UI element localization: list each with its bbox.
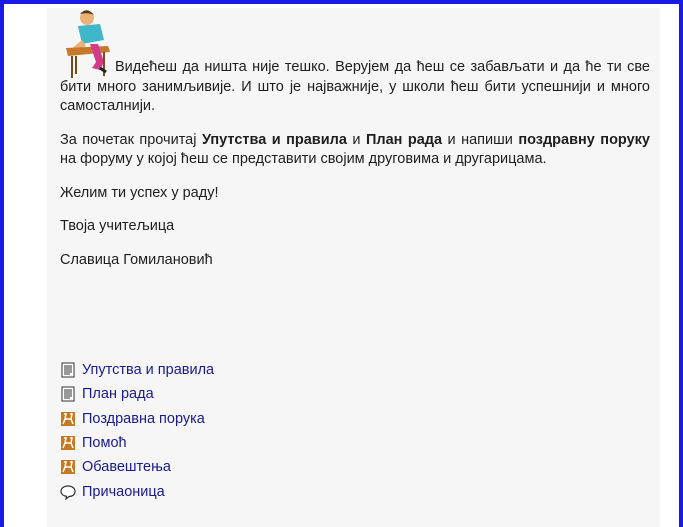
link-chat[interactable]: Причаоница <box>60 479 460 503</box>
intro-paragraph: Видећеш да ништа није тешко. Верујем да … <box>60 8 650 117</box>
instr-text-4: на форуму у којој ћеш се представити сво… <box>60 151 547 167</box>
instr-bold-plan: План рада <box>365 131 443 148</box>
link-greeting-label[interactable]: Поздравна порука <box>82 411 205 427</box>
link-news[interactable]: Обавештења <box>60 455 460 479</box>
instr-bold-rules: Упутства и правила <box>201 131 347 148</box>
instructions-paragraph: За почетак прочитај Упутства и правила и… <box>60 131 650 170</box>
signature-name: Славица Гомилановић <box>60 251 213 268</box>
link-rules[interactable]: Упутства и правила <box>60 358 460 382</box>
intro-first-line: Видећеш да ништа није тешко. Верујем да … <box>115 59 559 75</box>
forum-icon <box>61 411 75 426</box>
instr-text-3: и напиши <box>442 131 519 148</box>
link-rules-label[interactable]: Упутства и правила <box>82 362 214 378</box>
signature-role: Твоја учитељица <box>60 218 175 234</box>
link-plan[interactable]: План рада <box>60 382 460 406</box>
link-greeting[interactable]: Поздравна порука <box>60 407 460 431</box>
link-help[interactable]: Помоћ <box>60 431 460 455</box>
instr-text-2: и <box>346 131 366 148</box>
forum-icon <box>61 460 75 475</box>
child-at-desk-clipart <box>66 10 110 78</box>
chat-icon <box>60 485 76 500</box>
wish-text: Желим ти успех у раду! <box>60 184 219 201</box>
instr-text-1: За почетак прочитај <box>60 131 202 148</box>
document-icon <box>61 386 75 402</box>
link-chat-label[interactable]: Причаоница <box>82 484 165 500</box>
welcome-text: Видећеш да ништа није тешко. Верујем да … <box>60 8 650 270</box>
resource-links: Упутства и правила План рада Поздравна п… <box>60 358 460 504</box>
document-icon <box>61 362 75 378</box>
link-news-label[interactable]: Обавештења <box>82 459 171 475</box>
link-plan-label[interactable]: План рада <box>82 386 154 402</box>
link-help-label[interactable]: Помоћ <box>82 435 127 451</box>
forum-icon <box>61 436 75 451</box>
instr-bold-greeting: поздравну поруку <box>518 131 650 148</box>
